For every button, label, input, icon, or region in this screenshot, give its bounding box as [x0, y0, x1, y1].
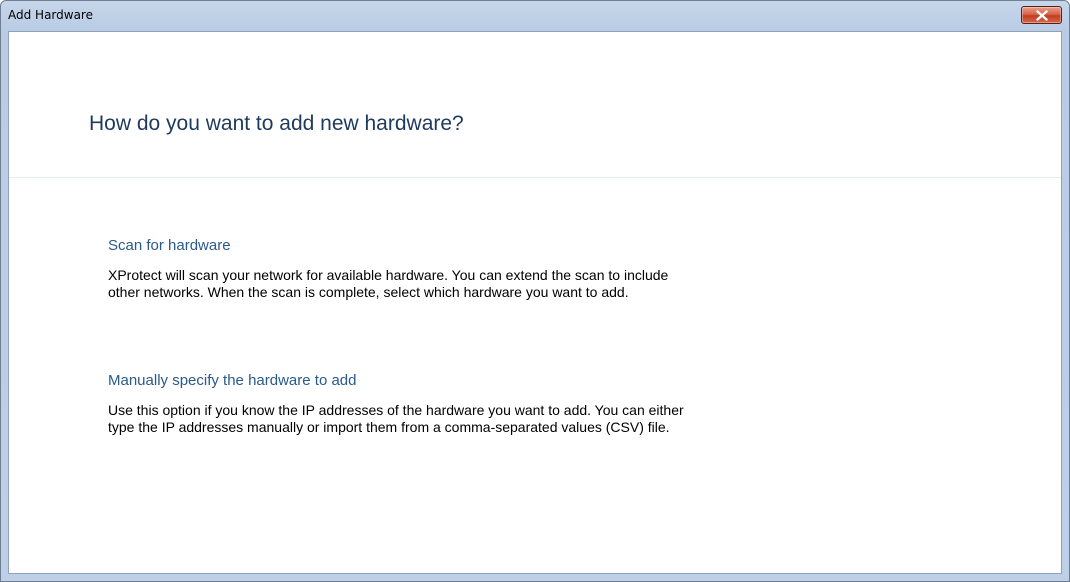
scan-for-hardware-link[interactable]: Scan for hardware — [108, 237, 928, 254]
manual-specify-option[interactable]: Manually specify the hardware to add Use… — [108, 372, 928, 436]
close-button[interactable] — [1021, 6, 1062, 24]
title-bar: Add Hardware — [1, 1, 1069, 31]
manual-specify-description: Use this option if you know the IP addre… — [108, 402, 684, 435]
close-icon — [1036, 10, 1048, 21]
page-title: How do you want to add new hardware? — [89, 112, 464, 135]
add-hardware-window: Add Hardware How do you want to add new … — [0, 0, 1070, 582]
window-title: Add Hardware — [8, 8, 93, 22]
scan-for-hardware-option[interactable]: Scan for hardware XProtect will scan you… — [108, 237, 928, 301]
scan-for-hardware-description: XProtect will scan your network for avai… — [108, 267, 669, 300]
header-divider — [9, 177, 1061, 178]
wizard-content: How do you want to add new hardware? Sca… — [8, 31, 1062, 574]
manual-specify-link[interactable]: Manually specify the hardware to add — [108, 372, 928, 389]
